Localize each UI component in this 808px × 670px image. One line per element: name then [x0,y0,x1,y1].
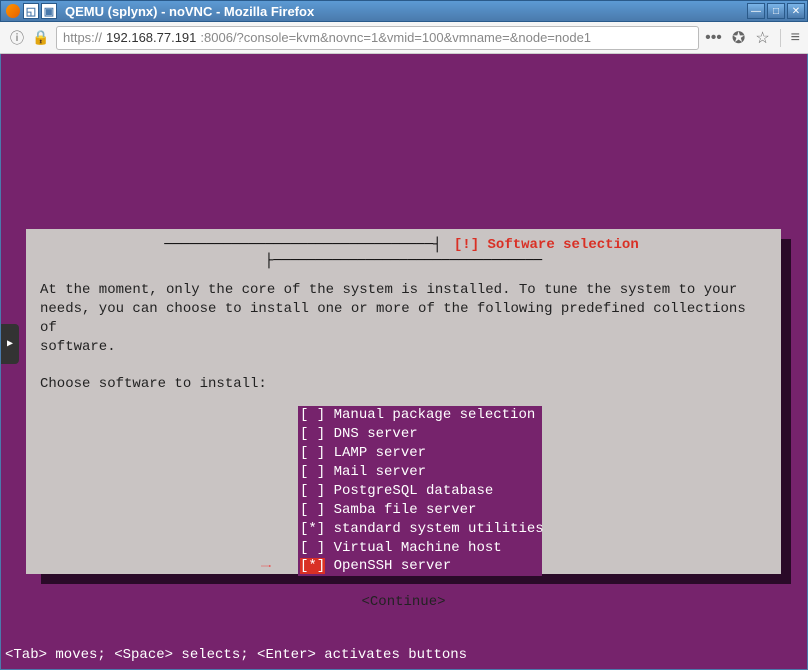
novnc-panel-tab[interactable]: ▶ [1,324,19,364]
software-item-label: Mail server [325,464,426,480]
checkbox-indicator: [*] [300,558,325,574]
restore-down-icon[interactable]: ◱ [23,3,39,19]
lock-warning-icon[interactable]: 🔒 [32,29,50,47]
dialog-body-text: At the moment, only the core of the syst… [40,271,767,404]
software-item[interactable]: [ ] LAMP server [298,444,542,463]
addressbar-actions: ••• ✪ ☆ ≡ [705,28,800,48]
software-item-label: Virtual Machine host [325,540,501,556]
dialog-title: [!] Software selection [450,237,643,253]
software-item-label: Manual package selection [325,407,535,423]
url-input[interactable]: https:// 192.168.77.191 :8006/?console=kvm… [56,26,699,50]
window-controls: — □ ✕ [747,3,807,19]
software-selection-dialog: ────────────────────────────────┤ [!] So… [26,229,781,574]
minimize-button[interactable]: — [747,3,765,19]
menu-icon[interactable]: ≡ [780,29,800,47]
close-button[interactable]: ✕ [787,3,805,19]
software-item[interactable]: [*] standard system utilities [298,520,542,539]
checkbox-indicator: [ ] [300,540,325,556]
software-list: [ ] Manual package selection[ ] DNS serv… [298,406,767,576]
software-item-label: LAMP server [325,445,426,461]
checkbox-indicator: [ ] [300,464,325,480]
titlebar-left-icons: ◱ ▣ [1,3,61,19]
url-host: 192.168.77.191 [106,30,196,45]
software-item[interactable]: [ ] DNS server [298,425,542,444]
software-item[interactable]: [ ] PostgreSQL database [298,482,542,501]
software-item-label: OpenSSH server [325,558,451,574]
browser-addressbar: ⓘ 🔒 https:// 192.168.77.191 :8006/?console… [0,22,808,54]
checkbox-indicator: [ ] [300,426,325,442]
software-item-label: standard system utilities [325,521,543,537]
keyboard-hint: <Tab> moves; <Space> selects; <Enter> ac… [5,647,467,663]
continue-button[interactable]: <Continue> [40,594,767,610]
checkbox-indicator: [ ] [300,502,325,518]
window-title: QEMU (splynx) - noVNC - Mozilla Firefox [61,4,747,19]
annotation-arrow-icon [236,565,296,567]
software-item[interactable]: [ ] Virtual Machine host [298,539,542,558]
maximize-button[interactable]: □ [767,3,785,19]
software-item-label: DNS server [325,426,417,442]
checkbox-indicator: [ ] [300,483,325,499]
url-path: :8006/?console=kvm&novnc=1&vmid=100&vmna… [200,30,591,45]
checkbox-indicator: [ ] [300,407,325,423]
software-item[interactable]: [ ] Mail server [298,463,542,482]
reader-icon[interactable]: ✪ [732,28,745,48]
software-item-label: Samba file server [325,502,476,518]
info-icon[interactable]: ⓘ [8,29,26,47]
software-item[interactable]: [*] OpenSSH server [298,557,542,576]
software-item[interactable]: [ ] Manual package selection [298,406,542,425]
firefox-icon [5,3,21,19]
dialog-title-row: ────────────────────────────────┤ [!] So… [40,237,767,269]
software-item[interactable]: [ ] Samba file server [298,501,542,520]
more-icon[interactable]: ••• [705,29,722,47]
vnc-viewport[interactable]: ▶ ────────────────────────────────┤ [!] … [1,54,807,669]
checkbox-indicator: [ ] [300,445,325,461]
software-item-label: PostgreSQL database [325,483,493,499]
maximize-icon[interactable]: ▣ [41,3,57,19]
window-titlebar: ◱ ▣ QEMU (splynx) - noVNC - Mozilla Fire… [0,0,808,22]
checkbox-indicator: [*] [300,521,325,537]
url-scheme: https:// [63,30,102,45]
bookmark-icon[interactable]: ☆ [755,28,769,48]
